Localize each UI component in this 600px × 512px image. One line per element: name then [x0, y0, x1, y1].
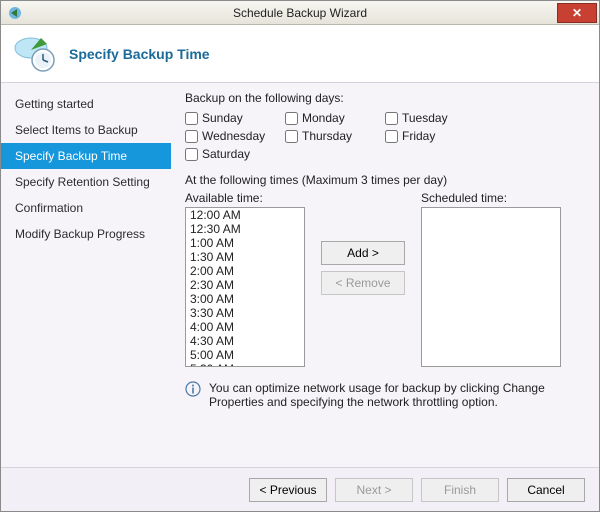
- day-label: Friday: [402, 129, 435, 143]
- time-option[interactable]: 3:30 AM: [186, 306, 304, 320]
- page-title: Specify Backup Time: [69, 46, 210, 62]
- wizard-header: Specify Backup Time: [1, 25, 599, 83]
- day-thursday[interactable]: Thursday: [285, 129, 385, 143]
- sidebar-item-select-items[interactable]: Select Items to Backup: [1, 117, 171, 143]
- time-option[interactable]: 5:00 AM: [186, 348, 304, 362]
- time-option[interactable]: 1:00 AM: [186, 236, 304, 250]
- remove-button: < Remove: [321, 271, 405, 295]
- checkbox-monday[interactable]: [285, 112, 298, 125]
- titlebar[interactable]: Schedule Backup Wizard ✕: [1, 1, 599, 25]
- sidebar-item-modify-progress[interactable]: Modify Backup Progress: [1, 221, 171, 247]
- scheduled-time-label: Scheduled time:: [421, 191, 561, 205]
- info-row: You can optimize network usage for backu…: [185, 381, 585, 409]
- time-option[interactable]: 12:00 AM: [186, 208, 304, 222]
- scheduled-time-listbox[interactable]: [421, 207, 561, 367]
- previous-button[interactable]: < Previous: [249, 478, 327, 502]
- checkbox-friday[interactable]: [385, 130, 398, 143]
- sidebar-item-label: Confirmation: [15, 201, 83, 215]
- cancel-button[interactable]: Cancel: [507, 478, 585, 502]
- time-option[interactable]: 4:00 AM: [186, 320, 304, 334]
- close-icon: ✕: [572, 6, 582, 20]
- day-saturday[interactable]: Saturday: [185, 147, 285, 161]
- day-label: Thursday: [302, 129, 352, 143]
- time-option[interactable]: 12:30 AM: [186, 222, 304, 236]
- time-option[interactable]: 4:30 AM: [186, 334, 304, 348]
- day-label: Sunday: [202, 111, 243, 125]
- info-icon: [185, 381, 201, 397]
- day-label: Tuesday: [402, 111, 448, 125]
- close-button[interactable]: ✕: [557, 3, 597, 23]
- wizard-body: Getting started Select Items to Backup S…: [1, 83, 599, 467]
- wizard-window: Schedule Backup Wizard ✕ Specify Backup …: [0, 0, 600, 512]
- sidebar-item-backup-time[interactable]: Specify Backup Time: [1, 143, 171, 169]
- sidebar-item-label: Modify Backup Progress: [15, 227, 145, 241]
- sidebar-item-getting-started[interactable]: Getting started: [1, 91, 171, 117]
- add-button[interactable]: Add >: [321, 241, 405, 265]
- finish-button: Finish: [421, 478, 499, 502]
- sidebar-item-label: Specify Backup Time: [15, 149, 127, 163]
- checkbox-tuesday[interactable]: [385, 112, 398, 125]
- checkbox-sunday[interactable]: [185, 112, 198, 125]
- day-friday[interactable]: Friday: [385, 129, 485, 143]
- checkbox-saturday[interactable]: [185, 148, 198, 161]
- sidebar-item-label: Select Items to Backup: [15, 123, 138, 137]
- step-sidebar: Getting started Select Items to Backup S…: [1, 83, 171, 467]
- times-label: At the following times (Maximum 3 times …: [185, 173, 585, 187]
- day-monday[interactable]: Monday: [285, 111, 385, 125]
- time-option[interactable]: 2:30 AM: [186, 278, 304, 292]
- checkbox-wednesday[interactable]: [185, 130, 198, 143]
- day-label: Wednesday: [202, 129, 265, 143]
- day-wednesday[interactable]: Wednesday: [185, 129, 285, 143]
- header-cloud-clock-icon: [11, 34, 59, 74]
- sidebar-item-label: Specify Retention Setting: [15, 175, 150, 189]
- sidebar-item-label: Getting started: [15, 97, 94, 111]
- app-icon: [7, 5, 23, 21]
- available-time-listbox[interactable]: 12:00 AM12:30 AM1:00 AM1:30 AM2:00 AM2:3…: [185, 207, 305, 367]
- day-label: Monday: [302, 111, 345, 125]
- sidebar-item-retention[interactable]: Specify Retention Setting: [1, 169, 171, 195]
- time-option[interactable]: 2:00 AM: [186, 264, 304, 278]
- info-text: You can optimize network usage for backu…: [209, 381, 575, 409]
- sidebar-item-confirmation[interactable]: Confirmation: [1, 195, 171, 221]
- next-button: Next >: [335, 478, 413, 502]
- time-option[interactable]: 1:30 AM: [186, 250, 304, 264]
- checkbox-thursday[interactable]: [285, 130, 298, 143]
- wizard-footer: < Previous Next > Finish Cancel: [1, 467, 599, 511]
- time-option[interactable]: 3:00 AM: [186, 292, 304, 306]
- window-title: Schedule Backup Wizard: [1, 6, 599, 20]
- day-sunday[interactable]: Sunday: [185, 111, 285, 125]
- day-label: Saturday: [202, 147, 250, 161]
- available-time-label: Available time:: [185, 191, 305, 205]
- time-option[interactable]: 5:30 AM: [186, 362, 304, 367]
- main-panel: Backup on the following days: Sunday Mon…: [171, 83, 599, 467]
- time-lists-row: Available time: 12:00 AM12:30 AM1:00 AM1…: [185, 191, 585, 367]
- days-label: Backup on the following days:: [185, 91, 585, 105]
- day-tuesday[interactable]: Tuesday: [385, 111, 485, 125]
